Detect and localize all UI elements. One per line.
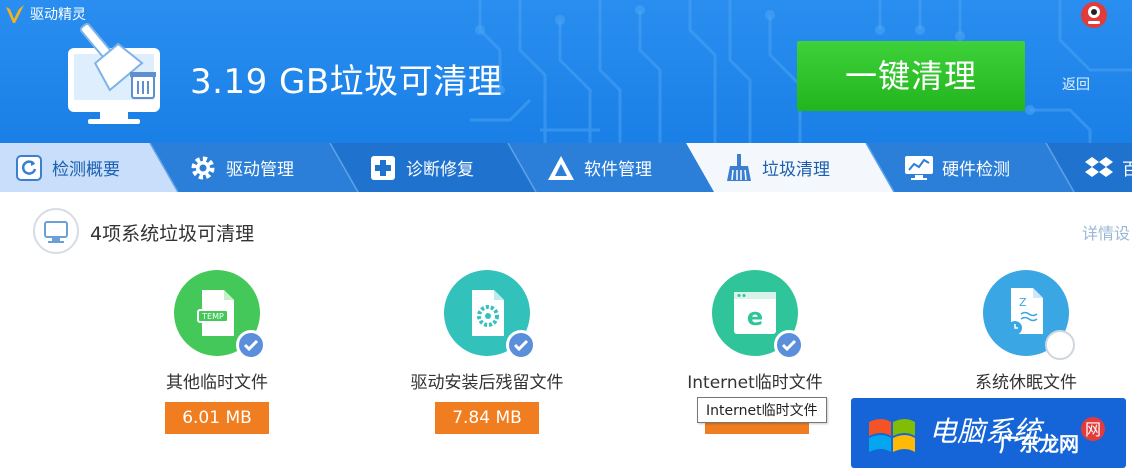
box-icon xyxy=(1084,153,1114,183)
app-logo-icon xyxy=(6,5,24,23)
checkbox-checked[interactable] xyxy=(506,330,536,360)
junk-size-headline: 3.19 GB垃圾可清理 xyxy=(190,62,503,102)
checkbox-checked[interactable] xyxy=(236,330,266,360)
tab-more[interactable]: 百 xyxy=(1084,143,1132,192)
one-click-clean-button[interactable]: 一键清理 xyxy=(797,41,1025,111)
junk-item-other-temp[interactable]: TEMP 其他临时文件 6.01 MB xyxy=(107,270,327,434)
junk-item-label: Internet临时文件 xyxy=(687,373,823,393)
junk-item-label: 系统休眠文件 xyxy=(975,373,1077,393)
svg-text:网: 网 xyxy=(1085,420,1101,439)
broom-icon xyxy=(724,153,754,183)
mascot-icon[interactable] xyxy=(1078,0,1110,30)
tab-label: 诊断修复 xyxy=(406,160,474,180)
junk-item-label: 驱动安装后残留文件 xyxy=(410,373,564,393)
header-banner: 驱动精灵 3.19 GB垃圾可清理 一键清理 返回 xyxy=(0,0,1132,143)
details-settings-link[interactable]: 详情设 xyxy=(1082,220,1130,244)
tab-label: 硬件检测 xyxy=(942,160,1010,180)
size-badge: 6.01 MB xyxy=(165,402,269,434)
svg-text:e: e xyxy=(747,303,763,331)
watermark-lettering: 电脑系统 广东龙网 网 xyxy=(929,415,1105,455)
refresh-icon xyxy=(14,153,44,183)
software-triangle-icon xyxy=(546,153,576,183)
windows-logo-icon xyxy=(869,419,915,452)
junk-item-internet-temp[interactable]: e Internet临时文件 xyxy=(645,270,865,393)
back-link[interactable]: 返回 xyxy=(1062,74,1090,94)
size-badge: 7.84 MB xyxy=(435,402,539,434)
tab-bar: 检测概要 驱动管理 诊断修复 软件管理 垃圾清理 硬件检测 百 xyxy=(0,143,1132,192)
checkbox-unchecked[interactable] xyxy=(1045,330,1075,360)
tab-label: 检测概要 xyxy=(52,160,120,180)
junk-item-driver-residue[interactable]: 驱动安装后残留文件 7.84 MB xyxy=(377,270,597,434)
medical-cross-icon xyxy=(368,153,398,183)
tab-hardware-detect[interactable]: 硬件检测 xyxy=(904,143,1010,192)
gear-icon xyxy=(188,153,218,183)
tooltip: Internet临时文件 xyxy=(697,397,827,423)
junk-item-label: 其他临时文件 xyxy=(166,373,268,393)
tab-diagnose-repair[interactable]: 诊断修复 xyxy=(368,143,474,192)
tab-label: 驱动管理 xyxy=(226,160,294,180)
site-watermark: 电脑系统 广东龙网 网 xyxy=(851,398,1126,468)
system-junk-icon xyxy=(33,208,79,254)
tab-label-truncated: 百 xyxy=(1122,160,1132,180)
monitor-chart-icon xyxy=(904,153,934,183)
tab-software-management[interactable]: 软件管理 xyxy=(546,143,652,192)
svg-text:广东龙网: 广东龙网 xyxy=(999,432,1079,455)
tab-label: 软件管理 xyxy=(584,160,652,180)
checkbox-checked[interactable] xyxy=(774,330,804,360)
tab-junk-cleanup[interactable]: 垃圾清理 xyxy=(724,143,830,192)
junk-item-hibernation[interactable]: Z 系统休眠文件 xyxy=(916,270,1132,393)
tab-label: 垃圾清理 xyxy=(762,160,830,180)
section-title: 4项系统垃圾可清理 xyxy=(90,223,255,245)
tab-driver-management[interactable]: 驱动管理 xyxy=(188,143,294,192)
svg-text:TEMP: TEMP xyxy=(201,312,224,321)
monitor-broom-icon xyxy=(68,23,160,124)
tab-detect-summary[interactable]: 检测概要 xyxy=(14,143,120,192)
svg-text:Z: Z xyxy=(1019,296,1027,309)
